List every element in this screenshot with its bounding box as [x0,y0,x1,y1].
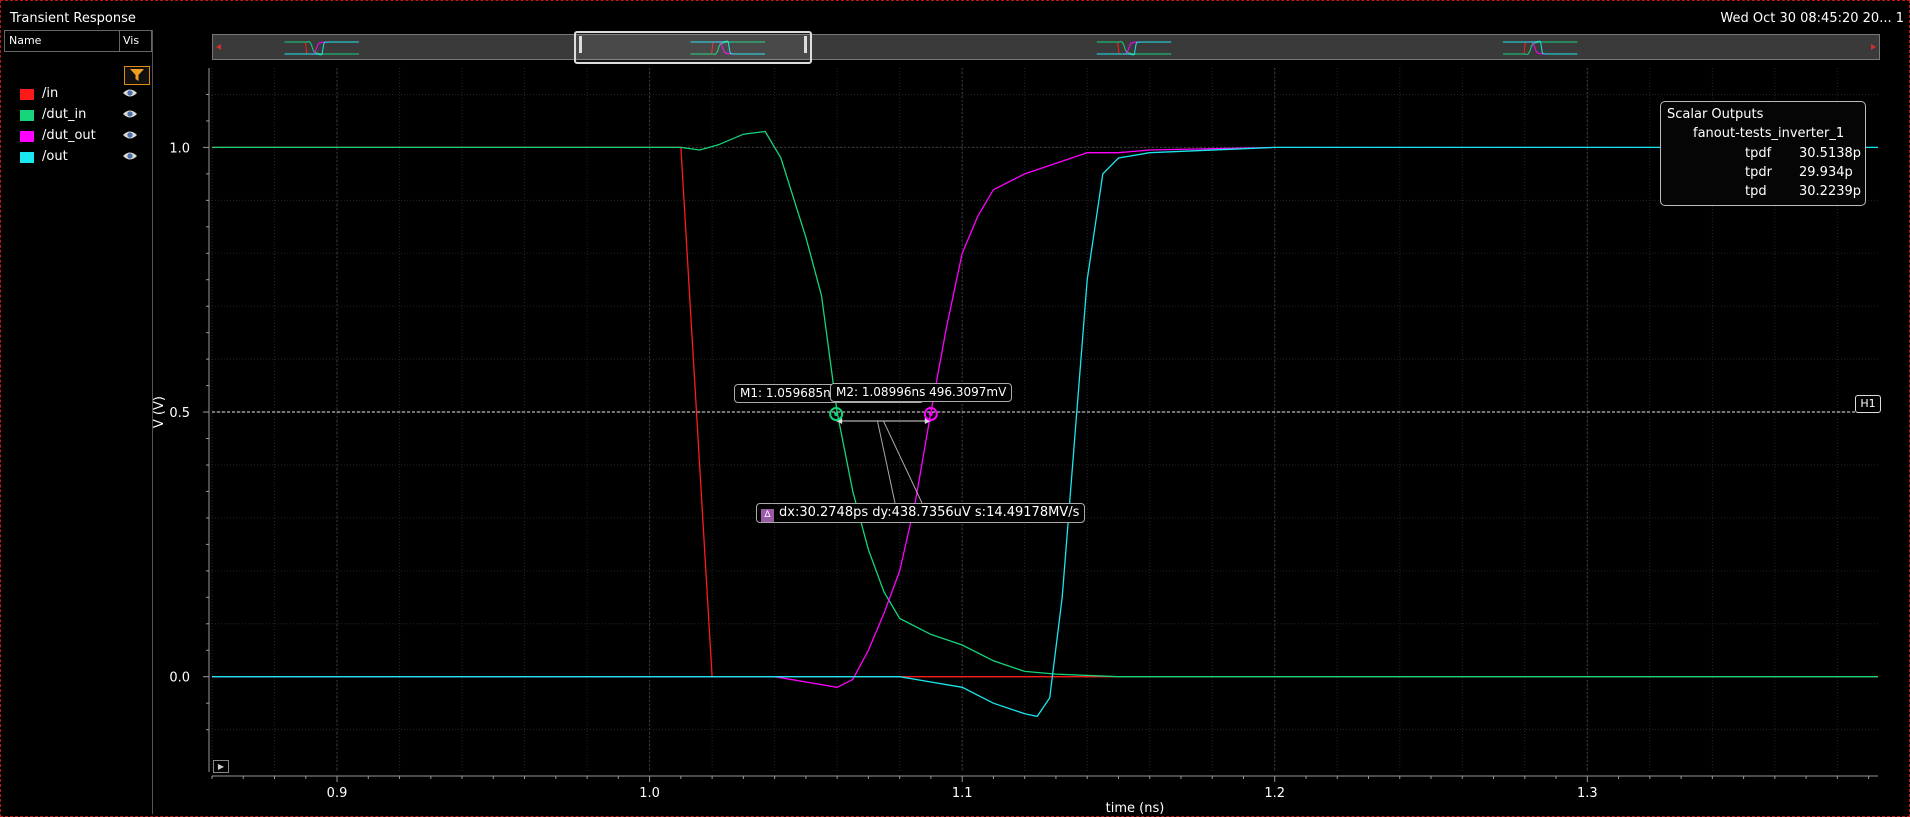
marker-point-center [834,412,839,417]
scalar-name: tpdf [1745,146,1772,161]
scalar-row: tpdr 29.934p [1661,165,1861,183]
delta-leader-line [883,420,923,504]
scalar-value: 30.5138p [1799,146,1862,161]
marker-m2-label[interactable]: M2: 1.08996ns 496.3097mV [830,383,1013,402]
x-tick-label: 1.2 [1264,786,1285,801]
scalar-outputs-title: Scalar Outputs [1667,107,1764,122]
play-icon[interactable]: ▶ [213,760,229,773]
delta-icon: Δ [761,509,774,522]
scalar-row: tpdf 30.5138p [1661,146,1861,164]
scalar-test-name: fanout-tests_inverter_1 [1693,126,1845,141]
delta-marker-label[interactable]: Δdx:30.2748ps dy:438.7356uV s:14.49178MV… [756,503,1086,523]
delta-text: dx:30.2748ps dy:438.7356uV s:14.49178MV/… [779,505,1080,520]
series-line-dut_out[interactable] [212,146,1275,688]
x-tick-label: 0.9 [327,786,348,801]
delta-leader-line [876,420,896,504]
y-axis-label: V (V) [152,396,167,428]
scalar-name: tpd [1745,184,1767,199]
scalar-row: tpd 30.2239p [1661,184,1861,202]
x-axis-label: time (ns) [1106,801,1165,816]
y-tick-label: 0.5 [169,406,190,421]
x-tick-label: 1.3 [1577,786,1598,801]
scalar-outputs-box: Scalar Outputs fanout-tests_inverter_1 t… [1660,101,1866,206]
scalar-name: tpdr [1745,165,1772,180]
waveform-plot[interactable]: 0.9 1.0 1.1 1.2 1.3 0.0 0.5 1.0 time (ns) V (V) [0,0,1910,817]
marker-point-center [928,412,933,417]
hline-label[interactable]: H1 [1855,395,1881,413]
x-tick-label: 1.0 [639,786,660,801]
x-tick-label: 1.1 [952,786,973,801]
y-tick-label: 1.0 [169,141,190,156]
y-tick-label: 0.0 [169,671,190,686]
scalar-value: 30.2239p [1799,184,1862,199]
scalar-value: 29.934p [1799,165,1853,180]
